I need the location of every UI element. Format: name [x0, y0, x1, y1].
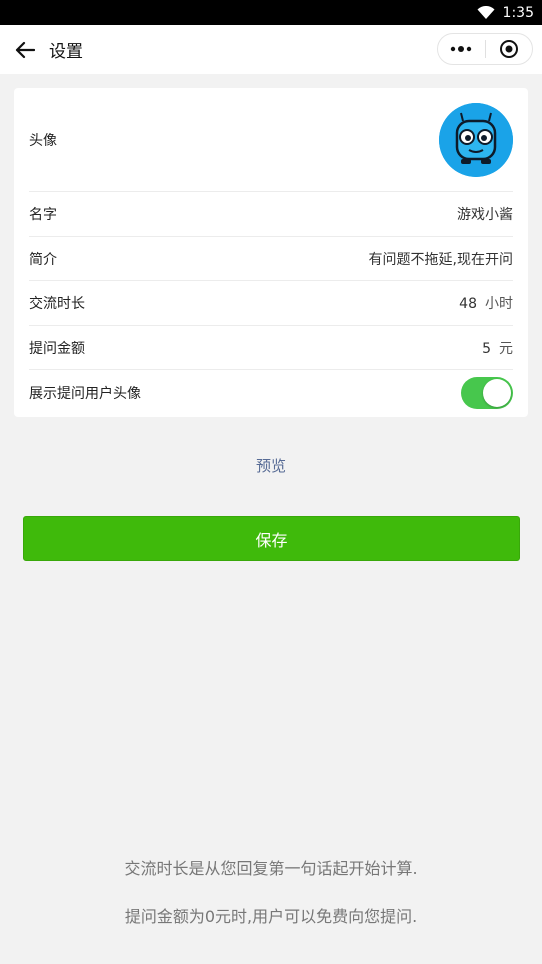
status-bar: 1:35: [0, 0, 542, 25]
duration-row[interactable]: 交流时长 48 小时: [29, 281, 513, 326]
bio-row[interactable]: 简介 有问题不拖延,现在开问: [29, 237, 513, 281]
duration-value: 48: [459, 296, 477, 312]
duration-label: 交流时长: [29, 296, 85, 312]
show-avatar-row: 展示提问用户头像: [29, 370, 513, 416]
name-label: 名字: [29, 207, 57, 223]
price-unit: 元: [499, 340, 513, 357]
note-price: 提问金额为0元时,用户可以免费向您提问.: [124, 907, 418, 926]
price-label: 提问金额: [29, 340, 85, 357]
preview-link[interactable]: 预览: [0, 455, 542, 476]
note-duration: 交流时长是从您回复第一句话起开始计算.: [124, 859, 418, 878]
more-dots-icon[interactable]: [438, 34, 485, 64]
avatar[interactable]: [439, 102, 513, 177]
avatar-label: 头像: [29, 132, 57, 149]
duration-unit: 小时: [485, 296, 513, 312]
save-button[interactable]: 保存: [23, 516, 520, 561]
avatar-row[interactable]: 头像: [29, 88, 513, 192]
settings-card: 头像 名字 游戏小酱 简介 有问题不拖延,现在开问 交流时长 48 小时 提问金…: [14, 88, 528, 417]
status-time: 1:35: [502, 4, 534, 21]
price-row[interactable]: 提问金额 5元: [29, 326, 513, 370]
bio-value: 有问题不拖延,现在开问: [368, 251, 513, 268]
show-avatar-label: 展示提问用户头像: [29, 386, 141, 402]
name-value: 游戏小酱: [457, 207, 513, 223]
nav-bar: 设置: [0, 25, 542, 74]
target-circle-icon[interactable]: [486, 34, 533, 64]
wifi-icon: [477, 5, 495, 20]
arrow-left-icon[interactable]: [14, 39, 36, 61]
bio-label: 简介: [29, 251, 57, 268]
name-row[interactable]: 名字 游戏小酱: [29, 192, 513, 237]
price-value: 5: [482, 340, 491, 357]
page-title: 设置: [49, 42, 83, 62]
capsule-menu: [437, 33, 533, 65]
show-avatar-toggle[interactable]: [461, 377, 513, 409]
toggle-knob: [483, 379, 511, 407]
